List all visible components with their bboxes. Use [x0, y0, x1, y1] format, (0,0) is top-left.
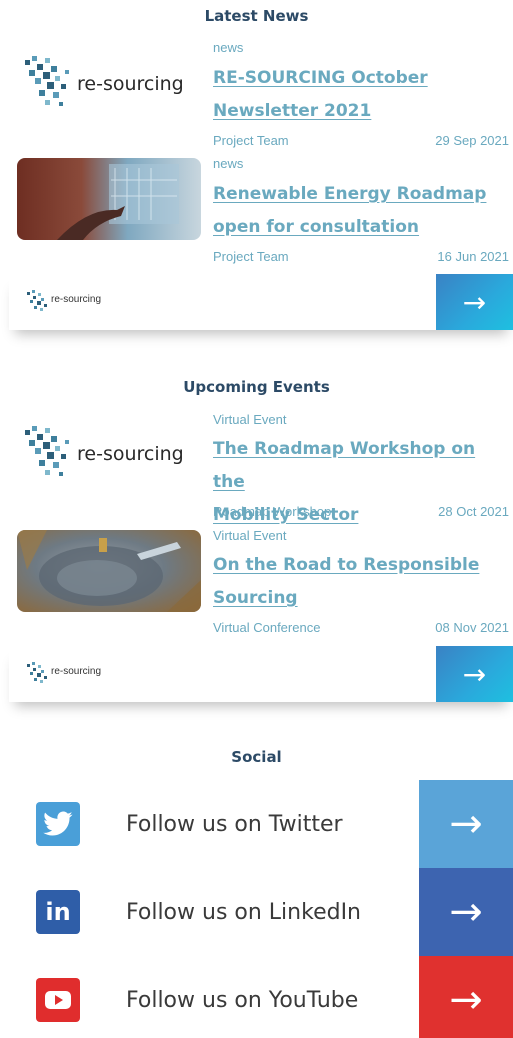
linkedin-follow-button[interactable]: → [419, 868, 513, 956]
upcoming-events-heading: Upcoming Events [183, 378, 330, 396]
latest-news-heading: Latest News [204, 7, 309, 25]
twitter-label[interactable]: Follow us on Twitter [126, 812, 343, 837]
more-news-button[interactable]: → [436, 274, 513, 330]
logo-wordmark: re-sourcing [51, 666, 102, 677]
news-author: Project Team [213, 249, 289, 264]
title-line[interactable]: On the Road to Responsible [213, 549, 508, 582]
event-item: re-sourcing Virtual Event The Roadmap Wo… [0, 412, 513, 530]
event-title-link[interactable]: On the Road to Responsible Sourcing [213, 549, 508, 615]
news-thumbnail-image[interactable] [17, 158, 201, 240]
news-title-link[interactable]: Renewable Energy Roadmap open for consul… [213, 178, 508, 244]
title-line[interactable]: Sourcing [213, 582, 508, 615]
arrow-right-icon: → [462, 657, 487, 691]
event-item: Virtual Event On the Road to Responsible… [0, 528, 513, 646]
small-re-sourcing-logo: re-sourcing [25, 660, 101, 691]
event-date: 28 Oct 2021 [438, 504, 509, 519]
linkedin-row[interactable]: in Follow us on LinkedIn → [0, 868, 513, 956]
events-footer-bar: re-sourcing → [9, 646, 513, 702]
news-footer-bar: re-sourcing → [9, 274, 513, 330]
event-category: Virtual Event [213, 412, 287, 427]
linkedin-icon: in [36, 890, 80, 934]
linkedin-glyph: in [45, 898, 71, 926]
arrow-right-icon: → [462, 285, 487, 319]
youtube-follow-button[interactable]: → [419, 956, 513, 1038]
twitter-icon [36, 802, 80, 846]
title-line[interactable]: Renewable Energy Roadmap [213, 178, 508, 211]
logo-wordmark: re-sourcing [51, 294, 102, 305]
news-category: news [213, 156, 244, 171]
small-re-sourcing-logo: re-sourcing [25, 288, 101, 319]
arrow-right-icon: → [449, 889, 483, 935]
more-events-button[interactable]: → [436, 646, 513, 702]
event-category: Virtual Event [213, 528, 287, 543]
news-category: news [213, 40, 244, 55]
title-line[interactable]: open for consultation [213, 211, 508, 244]
re-sourcing-logo: re-sourcing [17, 48, 201, 130]
linkedin-label[interactable]: Follow us on LinkedIn [126, 900, 361, 925]
news-author: Project Team [213, 133, 289, 148]
news-item: re-sourcing news RE-SOURCING October New… [0, 40, 513, 158]
event-type: Virtual Conference [213, 620, 321, 635]
logo-wordmark: re-sourcing [77, 73, 184, 95]
news-item: news Renewable Energy Roadmap open for c… [0, 156, 513, 274]
arrow-right-icon: → [449, 801, 483, 847]
event-thumbnail-image[interactable] [17, 530, 201, 612]
youtube-row[interactable]: Follow us on YouTube → [0, 956, 513, 1038]
title-line[interactable]: RE-SOURCING October [213, 62, 508, 95]
event-type: Roadmap Workshop [213, 504, 332, 519]
youtube-icon [36, 978, 80, 1022]
title-line[interactable]: Newsletter 2021 [213, 95, 508, 128]
social-heading: Social [231, 748, 282, 766]
news-date: 16 Jun 2021 [437, 249, 509, 264]
twitter-follow-button[interactable]: → [419, 780, 513, 868]
title-line[interactable]: The Roadmap Workshop on the [213, 433, 508, 499]
youtube-label[interactable]: Follow us on YouTube [126, 988, 358, 1013]
logo-wordmark: re-sourcing [77, 443, 184, 465]
twitter-row[interactable]: Follow us on Twitter → [0, 780, 513, 868]
news-title-link[interactable]: RE-SOURCING October Newsletter 2021 [213, 62, 508, 128]
arrow-right-icon: → [449, 977, 483, 1023]
news-date: 29 Sep 2021 [435, 133, 509, 148]
event-date: 08 Nov 2021 [435, 620, 509, 635]
re-sourcing-logo: re-sourcing [17, 418, 201, 500]
